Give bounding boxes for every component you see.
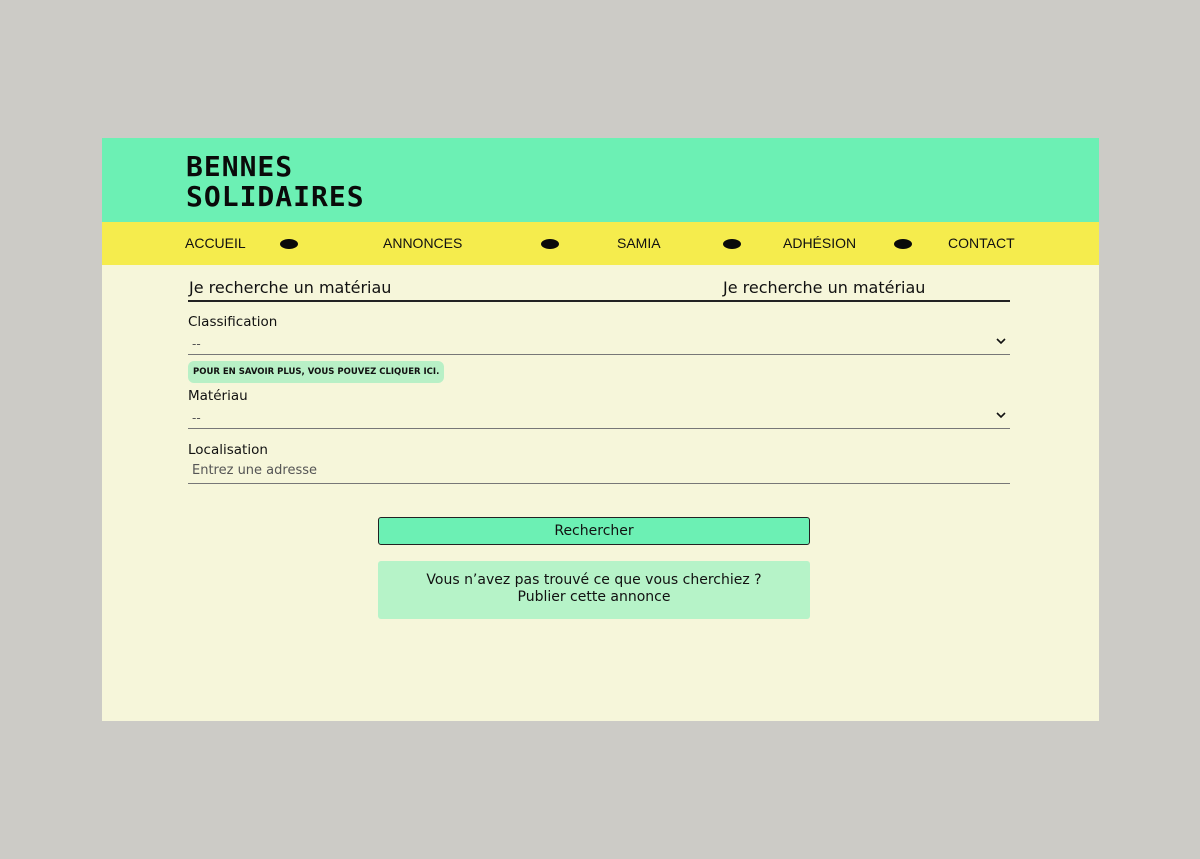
address-placeholder: Entrez une adresse [192,463,317,478]
logo-line-1: BENNES [186,150,294,183]
info-link-pill[interactable]: POUR EN SAVOIR PLUS, VOUS POUVEZ CLIQUER… [188,361,445,383]
nav-item-contact[interactable]: CONTACT [948,222,1015,265]
localisation-label: Localisation [188,442,268,458]
form-title-row: Je recherche un matériau Je recherche un… [188,274,1010,302]
materiau-label: Matériau [188,388,248,404]
chevron-down-icon [996,338,1006,345]
nav-separator-dot [280,239,298,249]
publish-listing-link[interactable]: Publier cette annonce [378,589,810,606]
nav-item-samia[interactable]: SAMIA [617,222,661,265]
publish-listing-box[interactable]: Vous n’avez pas trouvé ce que vous cherc… [378,561,810,619]
search-form: Je recherche un matériau Je recherche un… [188,274,1010,484]
notfound-text: Vous n’avez pas trouvé ce que vous cherc… [426,572,762,588]
nav-item-annonces[interactable]: ANNONCES [383,222,462,265]
site-frame: BENNES SOLIDAIRES ACCUEIL ANNONCES SAMIA… [102,138,1099,721]
chevron-down-icon [996,412,1006,419]
main-nav: ACCUEIL ANNONCES SAMIA ADHÉSION CONTACT [102,222,1099,265]
nav-separator-dot [723,239,741,249]
address-input[interactable]: Entrez une adresse [188,458,1010,484]
materiau-value: -- [192,411,201,425]
classification-label: Classification [188,314,278,330]
site-header: BENNES SOLIDAIRES [102,138,1099,222]
nav-separator-dot [894,239,912,249]
logo[interactable]: BENNES SOLIDAIRES [186,152,365,212]
materiau-select[interactable]: -- [188,407,1010,429]
search-button[interactable]: Rechercher [378,517,810,545]
logo-line-2: SOLIDAIRES [186,180,365,213]
nav-item-adhesion[interactable]: ADHÉSION [783,222,856,265]
classification-value: -- [192,337,201,351]
form-title-duplicate: Je recherche un matériau [723,278,926,297]
nav-separator-dot [541,239,559,249]
classification-select[interactable]: -- [188,333,1010,355]
form-title: Je recherche un matériau [189,278,392,297]
nav-item-accueil[interactable]: ACCUEIL [185,222,246,265]
